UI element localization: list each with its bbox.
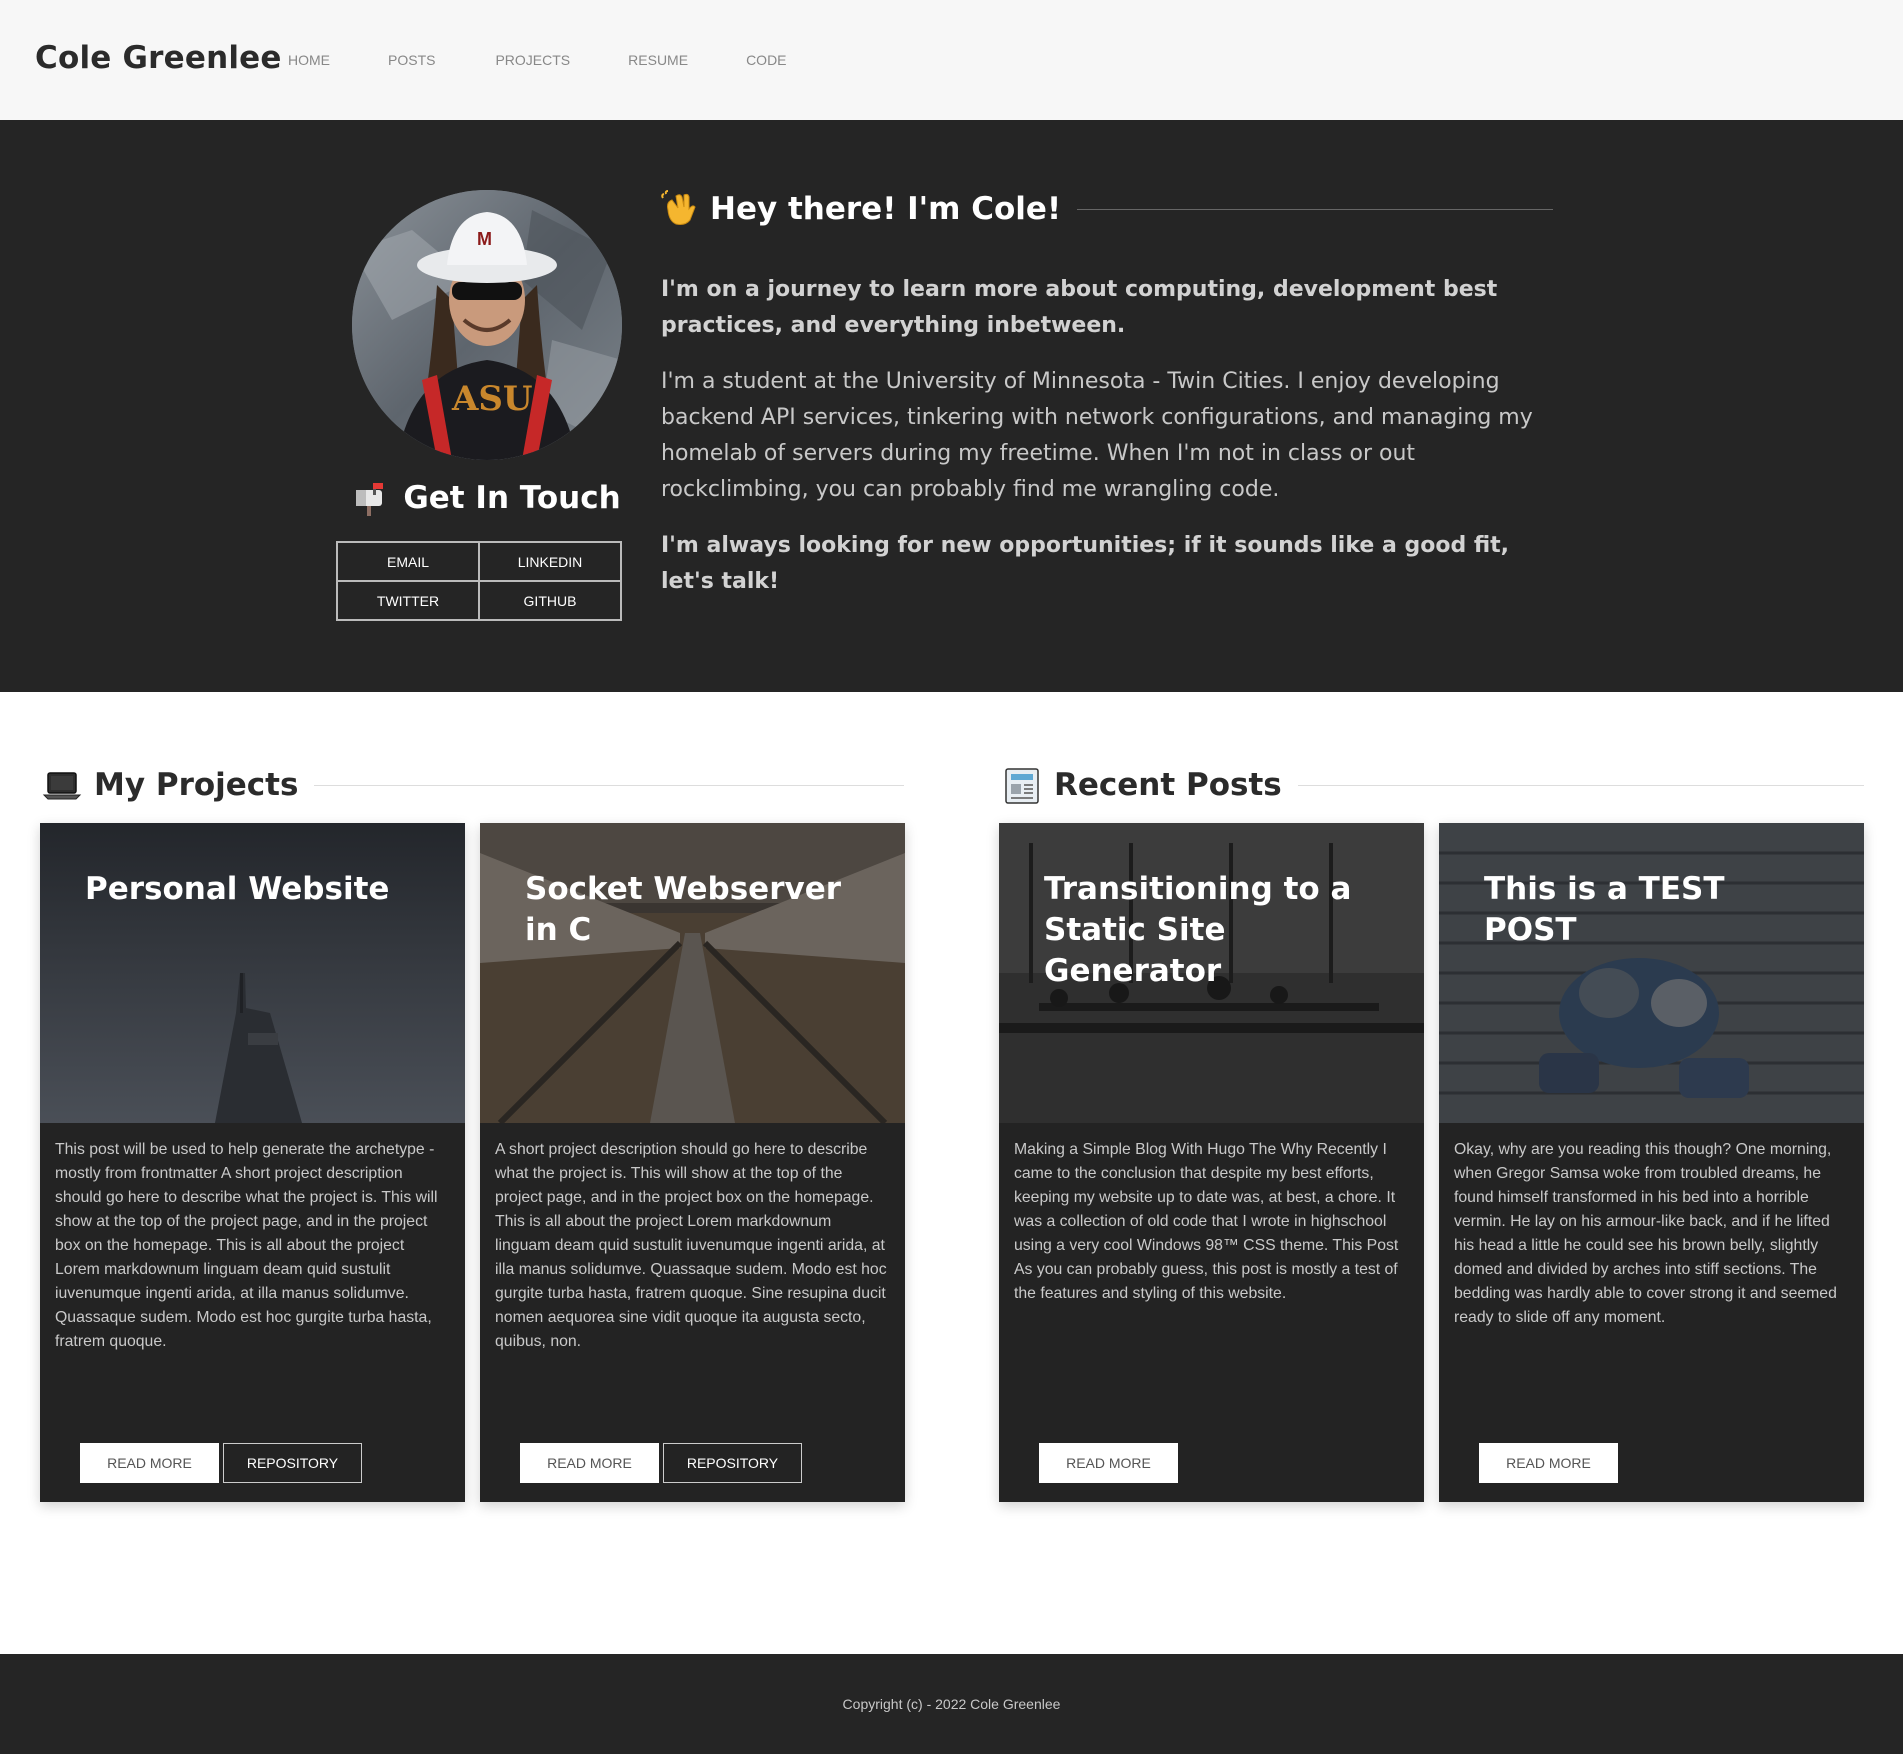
projects-heading: My Projects [42, 765, 904, 805]
repository-button[interactable]: REPOSITORY [223, 1443, 362, 1483]
greeting-title: Hey there! I'm Cole! [710, 191, 1062, 227]
hero-cta: I'm always looking for new opportunities… [661, 533, 1510, 594]
hero-intro: I'm on a journey to learn more about com… [661, 272, 1561, 600]
svg-text:M: M [477, 229, 492, 249]
newspaper-icon [1005, 768, 1039, 804]
nav-resume[interactable]: RESUME [628, 52, 688, 68]
project-card: Personal Website This post will be used … [40, 823, 465, 1502]
post-description: Making a Simple Blog With Hugo The Why R… [1014, 1141, 1399, 1302]
posts-heading: Recent Posts [1002, 765, 1864, 805]
email-button[interactable]: EMAIL [337, 542, 479, 581]
waving-hand-icon [661, 190, 696, 225]
touch-title-text: Get In Touch [403, 480, 621, 516]
project-actions: READ MORE REPOSITORY [520, 1443, 806, 1483]
project-actions: READ MORE REPOSITORY [80, 1443, 366, 1483]
post-title[interactable]: This is a TEST POST [1484, 869, 1824, 951]
contact-links: EMAIL LINKEDIN TWITTER GITHUB [336, 541, 622, 621]
nav-home[interactable]: HOME [288, 52, 330, 68]
project-title[interactable]: Personal Website [85, 869, 425, 910]
read-more-button[interactable]: READ MORE [80, 1443, 219, 1483]
svg-text:ASU: ASU [451, 379, 533, 419]
linkedin-button[interactable]: LINKEDIN [479, 542, 621, 581]
copyright-text: Copyright (c) - 2022 Cole Greenlee [842, 1696, 1061, 1712]
project-description: This post will be used to help generate … [55, 1141, 438, 1350]
project-title[interactable]: Socket Webserver in C [525, 869, 865, 951]
site-brand[interactable]: Cole Greenlee [35, 40, 282, 76]
read-more-button[interactable]: READ MORE [1479, 1443, 1618, 1483]
posts-divider [1297, 784, 1864, 786]
project-image: Personal Website [40, 823, 465, 1123]
post-image: Transitioning to a Static Site Generator [999, 823, 1424, 1123]
twitter-button[interactable]: TWITTER [337, 581, 479, 620]
top-nav: Cole Greenlee HOME POSTS PROJECTS RESUME… [0, 0, 1903, 120]
nav-projects[interactable]: PROJECTS [495, 52, 570, 68]
hero-bio: I'm a student at the University of Minne… [661, 369, 1533, 502]
nav-posts[interactable]: POSTS [388, 52, 435, 68]
read-more-button[interactable]: READ MORE [1039, 1443, 1178, 1483]
hero-section: M ASU Get In Touch EMAIL LINKEDIN TWITTE… [0, 120, 1903, 692]
get-in-touch-heading: Get In Touch [352, 480, 622, 516]
repository-button[interactable]: REPOSITORY [663, 1443, 802, 1483]
project-card: Socket Webserver in C A short project de… [480, 823, 905, 1502]
read-more-button[interactable]: READ MORE [520, 1443, 659, 1483]
projects-divider [314, 784, 904, 786]
post-actions: READ MORE [1039, 1443, 1182, 1483]
nav-links: HOME POSTS PROJECTS RESUME CODE [288, 52, 845, 68]
project-description: A short project description should go he… [495, 1141, 887, 1350]
hero-tagline: I'm on a journey to learn more about com… [661, 277, 1498, 338]
projects-title: My Projects [94, 767, 299, 803]
post-image: This is a TEST POST [1439, 823, 1864, 1123]
mailbox-icon [356, 483, 384, 516]
post-description: Okay, why are you reading this though? O… [1454, 1141, 1837, 1326]
laptop-icon [42, 772, 82, 800]
posts-title: Recent Posts [1054, 767, 1282, 803]
post-card: This is a TEST POST Okay, why are you re… [1439, 823, 1864, 1502]
github-button[interactable]: GITHUB [479, 581, 621, 620]
post-actions: READ MORE [1479, 1443, 1622, 1483]
post-title[interactable]: Transitioning to a Static Site Generator [1044, 869, 1384, 992]
greeting-divider [1077, 208, 1553, 210]
post-card: Transitioning to a Static Site Generator… [999, 823, 1424, 1502]
footer: Copyright (c) - 2022 Cole Greenlee [0, 1654, 1903, 1754]
greeting-header: Hey there! I'm Cole! [660, 190, 1553, 228]
avatar: M ASU [352, 190, 622, 460]
nav-code[interactable]: CODE [746, 52, 786, 68]
project-image: Socket Webserver in C [480, 823, 905, 1123]
